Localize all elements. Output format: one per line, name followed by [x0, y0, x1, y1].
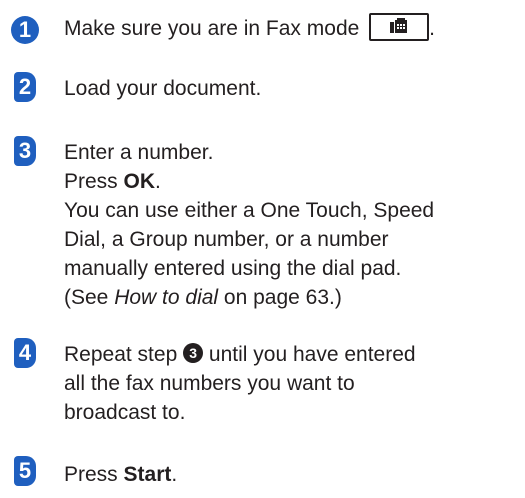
ok-key-label: OK [123, 170, 156, 193]
step-text: Make sure you are in Fax mode . [64, 13, 519, 43]
text-fragment: . [155, 170, 161, 193]
step-text: Press Start. [64, 460, 519, 489]
cross-reference-link[interactable]: How to dial [114, 286, 218, 309]
step-3-line: (See How to dial on page 63.) [64, 283, 519, 312]
step-number-badge: 5 [14, 456, 36, 486]
step-1-text: Make sure you are in Fax mode [64, 17, 360, 40]
step-3-line: manually entered using the dial pad. [64, 257, 402, 280]
step-text: Repeat step 3 until you have entered all… [64, 340, 519, 427]
step-4-line: Repeat step 3 until you have entered [64, 340, 519, 369]
step-number-badge: 1 [11, 16, 39, 44]
text-fragment: Press [64, 170, 124, 193]
step-reference-badge: 3 [183, 343, 204, 364]
step-4-line: all the fax numbers you want to [64, 372, 355, 395]
text-fragment: . [171, 463, 178, 486]
step-3-line: Press OK. [64, 167, 519, 196]
text-fragment: on page 63.) [218, 286, 342, 309]
step-text: Load your document. [64, 77, 262, 100]
step-3-line: Enter a number. [64, 141, 214, 164]
step-3-line: Dial, a Group number, or a number [64, 228, 389, 251]
start-key-label: Start [123, 463, 172, 486]
text-fragment: Repeat step [64, 343, 184, 366]
step-number-badge: 4 [14, 338, 36, 368]
fax-mode-key-icon [369, 13, 430, 42]
text-fragment: (See [64, 286, 115, 309]
text-fragment: until you have entered [203, 343, 416, 366]
step-3-line: You can use either a One Touch, Speed [64, 199, 435, 222]
step-number-badge: 3 [14, 136, 36, 166]
text-fragment: Press [64, 463, 124, 486]
step-number-badge: 2 [14, 72, 36, 102]
step-1-period: . [429, 17, 435, 40]
step-text: Enter a number. Press OK. You can use ei… [64, 138, 519, 312]
step-4-line: broadcast to. [64, 401, 186, 424]
